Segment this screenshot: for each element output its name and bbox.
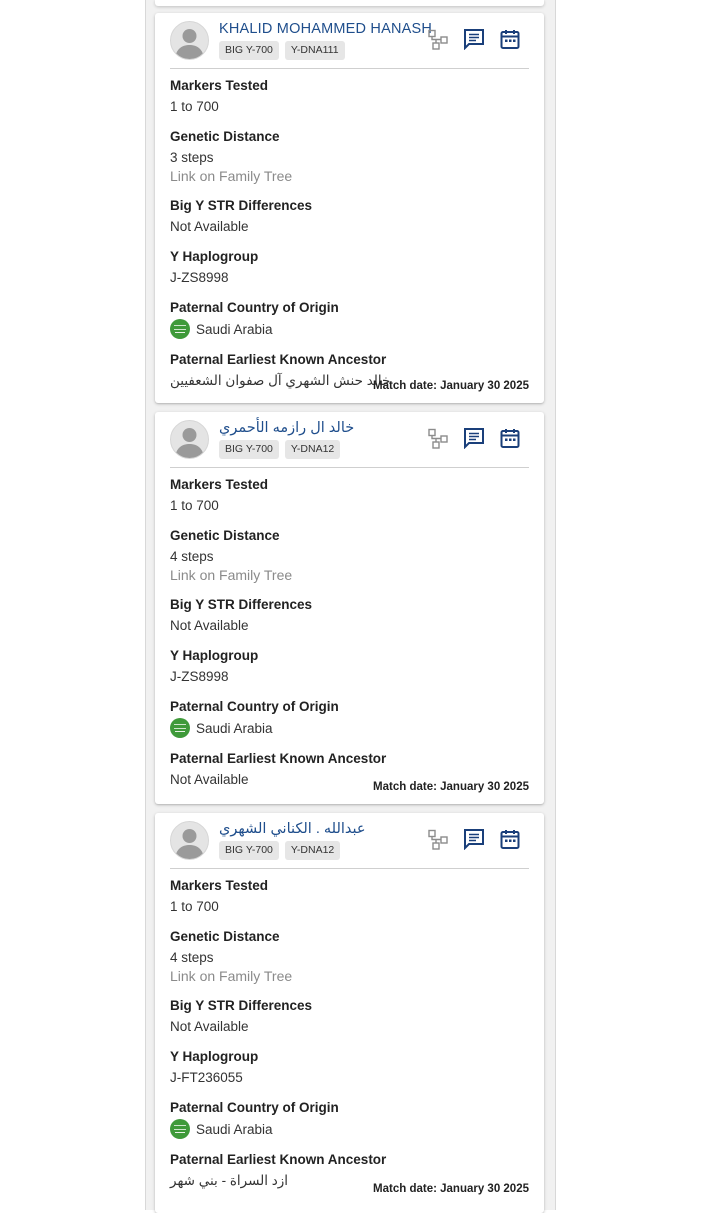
match-card: KHALID MOHAMMED HANASH BIG Y-700 Y-DNA11… bbox=[155, 13, 544, 403]
markers-value: 1 to 700 bbox=[170, 99, 219, 114]
family-tree-link[interactable]: Link on Family Tree bbox=[170, 967, 530, 985]
calendar-icon[interactable] bbox=[499, 28, 521, 50]
distance-value: 4 steps bbox=[170, 549, 214, 564]
previous-card-edge bbox=[155, 0, 544, 6]
saudi-flag-icon bbox=[170, 1119, 190, 1139]
avatar[interactable] bbox=[170, 21, 209, 60]
family-tree-icon[interactable] bbox=[427, 28, 449, 50]
avatar[interactable] bbox=[170, 821, 209, 860]
haplogroup-label: Y Haplogroup bbox=[170, 249, 259, 264]
str-label: Big Y STR Differences bbox=[170, 597, 313, 612]
divider bbox=[170, 68, 529, 69]
test-tag: Y-DNA12 bbox=[284, 440, 341, 459]
saudi-flag-icon bbox=[170, 319, 190, 339]
calendar-icon[interactable] bbox=[499, 828, 521, 850]
match-name[interactable]: KHALID MOHAMMED HANASH bbox=[219, 21, 432, 37]
haplogroup-label: Y Haplogroup bbox=[170, 1049, 259, 1064]
distance-label: Genetic Distance bbox=[170, 528, 280, 543]
avatar[interactable] bbox=[170, 420, 209, 459]
markers-label: Markers Tested bbox=[170, 477, 269, 492]
calendar-icon[interactable] bbox=[499, 427, 521, 449]
test-tags: BIG Y-700 Y-DNA12 bbox=[219, 841, 341, 860]
markers-label: Markers Tested bbox=[170, 78, 269, 93]
test-tag: Y-DNA111 bbox=[284, 41, 345, 60]
country-label: Paternal Country of Origin bbox=[170, 699, 339, 714]
country-label: Paternal Country of Origin bbox=[170, 1100, 339, 1115]
country-value: Saudi Arabia bbox=[196, 1121, 273, 1137]
str-value: Not Available bbox=[170, 618, 249, 633]
match-card: خالد ال رازمه الأحمري BIG Y-700 Y-DNA12 … bbox=[155, 412, 544, 804]
markers-value: 1 to 700 bbox=[170, 498, 219, 513]
family-tree-link[interactable]: Link on Family Tree bbox=[170, 167, 530, 185]
divider bbox=[170, 467, 529, 468]
markers-value: 1 to 700 bbox=[170, 899, 219, 914]
saudi-flag-icon bbox=[170, 718, 190, 738]
distance-value: 4 steps bbox=[170, 950, 214, 965]
distance-label: Genetic Distance bbox=[170, 129, 280, 144]
family-tree-icon[interactable] bbox=[427, 427, 449, 449]
test-tag: Y-DNA12 bbox=[284, 841, 341, 860]
haplogroup-value[interactable]: J-FT236055 bbox=[170, 1068, 530, 1087]
country-label: Paternal Country of Origin bbox=[170, 300, 339, 315]
test-tags: BIG Y-700 Y-DNA111 bbox=[219, 41, 345, 60]
divider bbox=[170, 868, 529, 869]
ancestor-label: Paternal Earliest Known Ancestor bbox=[170, 751, 387, 766]
markers-label: Markers Tested bbox=[170, 878, 269, 893]
str-value: Not Available bbox=[170, 219, 249, 234]
message-icon[interactable] bbox=[463, 427, 485, 449]
message-icon[interactable] bbox=[463, 28, 485, 50]
test-tag: BIG Y-700 bbox=[219, 841, 279, 860]
haplogroup-value[interactable]: J-ZS8998 bbox=[170, 667, 530, 686]
test-tags: BIG Y-700 Y-DNA12 bbox=[219, 440, 341, 459]
message-icon[interactable] bbox=[463, 828, 485, 850]
str-label: Big Y STR Differences bbox=[170, 198, 313, 213]
distance-label: Genetic Distance bbox=[170, 929, 280, 944]
match-date: Match date: January 30 2025 bbox=[373, 781, 529, 793]
str-value: Not Available bbox=[170, 1019, 249, 1034]
match-date: Match date: January 30 2025 bbox=[373, 1183, 529, 1195]
test-tag: BIG Y-700 bbox=[219, 41, 279, 60]
family-tree-link[interactable]: Link on Family Tree bbox=[170, 566, 530, 584]
haplogroup-label: Y Haplogroup bbox=[170, 648, 259, 663]
match-card: عبدالله . الكناني الشهري BIG Y-700 Y-DNA… bbox=[155, 813, 544, 1213]
family-tree-icon[interactable] bbox=[427, 828, 449, 850]
ancestor-label: Paternal Earliest Known Ancestor bbox=[170, 1152, 387, 1167]
test-tag: BIG Y-700 bbox=[219, 440, 279, 459]
match-date: Match date: January 30 2025 bbox=[373, 380, 529, 392]
country-value: Saudi Arabia bbox=[196, 720, 273, 736]
match-name[interactable]: عبدالله . الكناني الشهري bbox=[219, 821, 366, 837]
haplogroup-value[interactable]: J-ZS8998 bbox=[170, 268, 530, 287]
str-label: Big Y STR Differences bbox=[170, 998, 313, 1013]
ancestor-label: Paternal Earliest Known Ancestor bbox=[170, 352, 387, 367]
match-name[interactable]: خالد ال رازمه الأحمري bbox=[219, 420, 354, 436]
country-value: Saudi Arabia bbox=[196, 321, 273, 337]
distance-value: 3 steps bbox=[170, 150, 214, 165]
